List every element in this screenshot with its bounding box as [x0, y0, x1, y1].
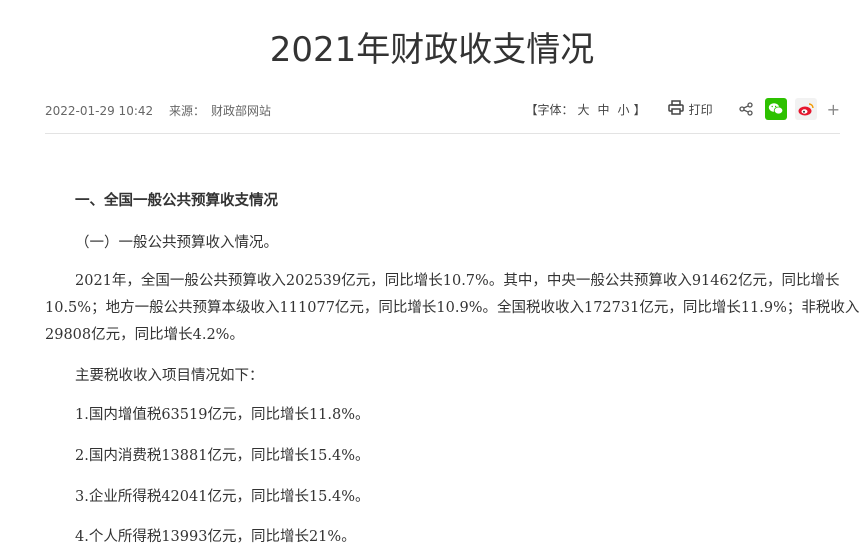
font-size-selector: 【字体： 大 中 小 】 [526, 101, 646, 118]
paragraph-line: 2021年，全国一般公共预算收入202539亿元，同比增长10.7%。其中，中央… [75, 273, 840, 289]
paragraph-line: 10.5%；地方一般公共预算本级收入111077亿元，同比增长10.9%。全国税… [45, 300, 860, 316]
more-share-icon[interactable]: + [827, 100, 840, 119]
print-label: 打印 [688, 102, 713, 117]
font-size-close: 】 [633, 102, 646, 117]
section-heading: 一、全国一般公共预算收支情况 [75, 193, 278, 209]
list-item: 2.国内消费税13881亿元，同比增长15.4%。 [75, 448, 370, 464]
font-size-small[interactable]: 小 [618, 101, 630, 118]
print-button[interactable]: 打印 [667, 100, 713, 118]
article-title: 2021年财政收支情况 [269, 30, 595, 70]
wechat-icon[interactable] [764, 98, 787, 120]
source-label: 来源： [168, 104, 205, 118]
font-size-medium[interactable]: 中 [598, 101, 610, 118]
list-intro: 主要税收收入项目情况如下： [75, 368, 264, 384]
share-icon[interactable] [738, 102, 753, 116]
font-size-label: 【字体： [525, 102, 574, 117]
sub-heading: （一）一般公共预算收入情况。 [75, 235, 278, 251]
header-divider [45, 133, 840, 134]
font-size-large[interactable]: 大 [578, 101, 590, 118]
list-item: 4.个人所得税13993亿元，同比增长21%。 [75, 529, 356, 545]
list-item: 1.国内增值税63519亿元，同比增长11.8%。 [75, 407, 370, 423]
article-toolbar: 【字体： 大 中 小 】 打印 + [526, 96, 840, 122]
weibo-icon[interactable] [794, 98, 817, 120]
article-meta: 2022-01-29 10:42 来源： 财政部网站 [45, 102, 283, 119]
paragraph-line: 29808亿元，同比增长4.2%。 [45, 327, 244, 343]
printer-icon [667, 100, 689, 118]
list-item: 3.企业所得税42041亿元，同比增长15.4%。 [75, 489, 370, 505]
publish-date: 2022-01-29 10:42 [45, 104, 154, 118]
source-name: 财政部网站 [210, 104, 271, 118]
